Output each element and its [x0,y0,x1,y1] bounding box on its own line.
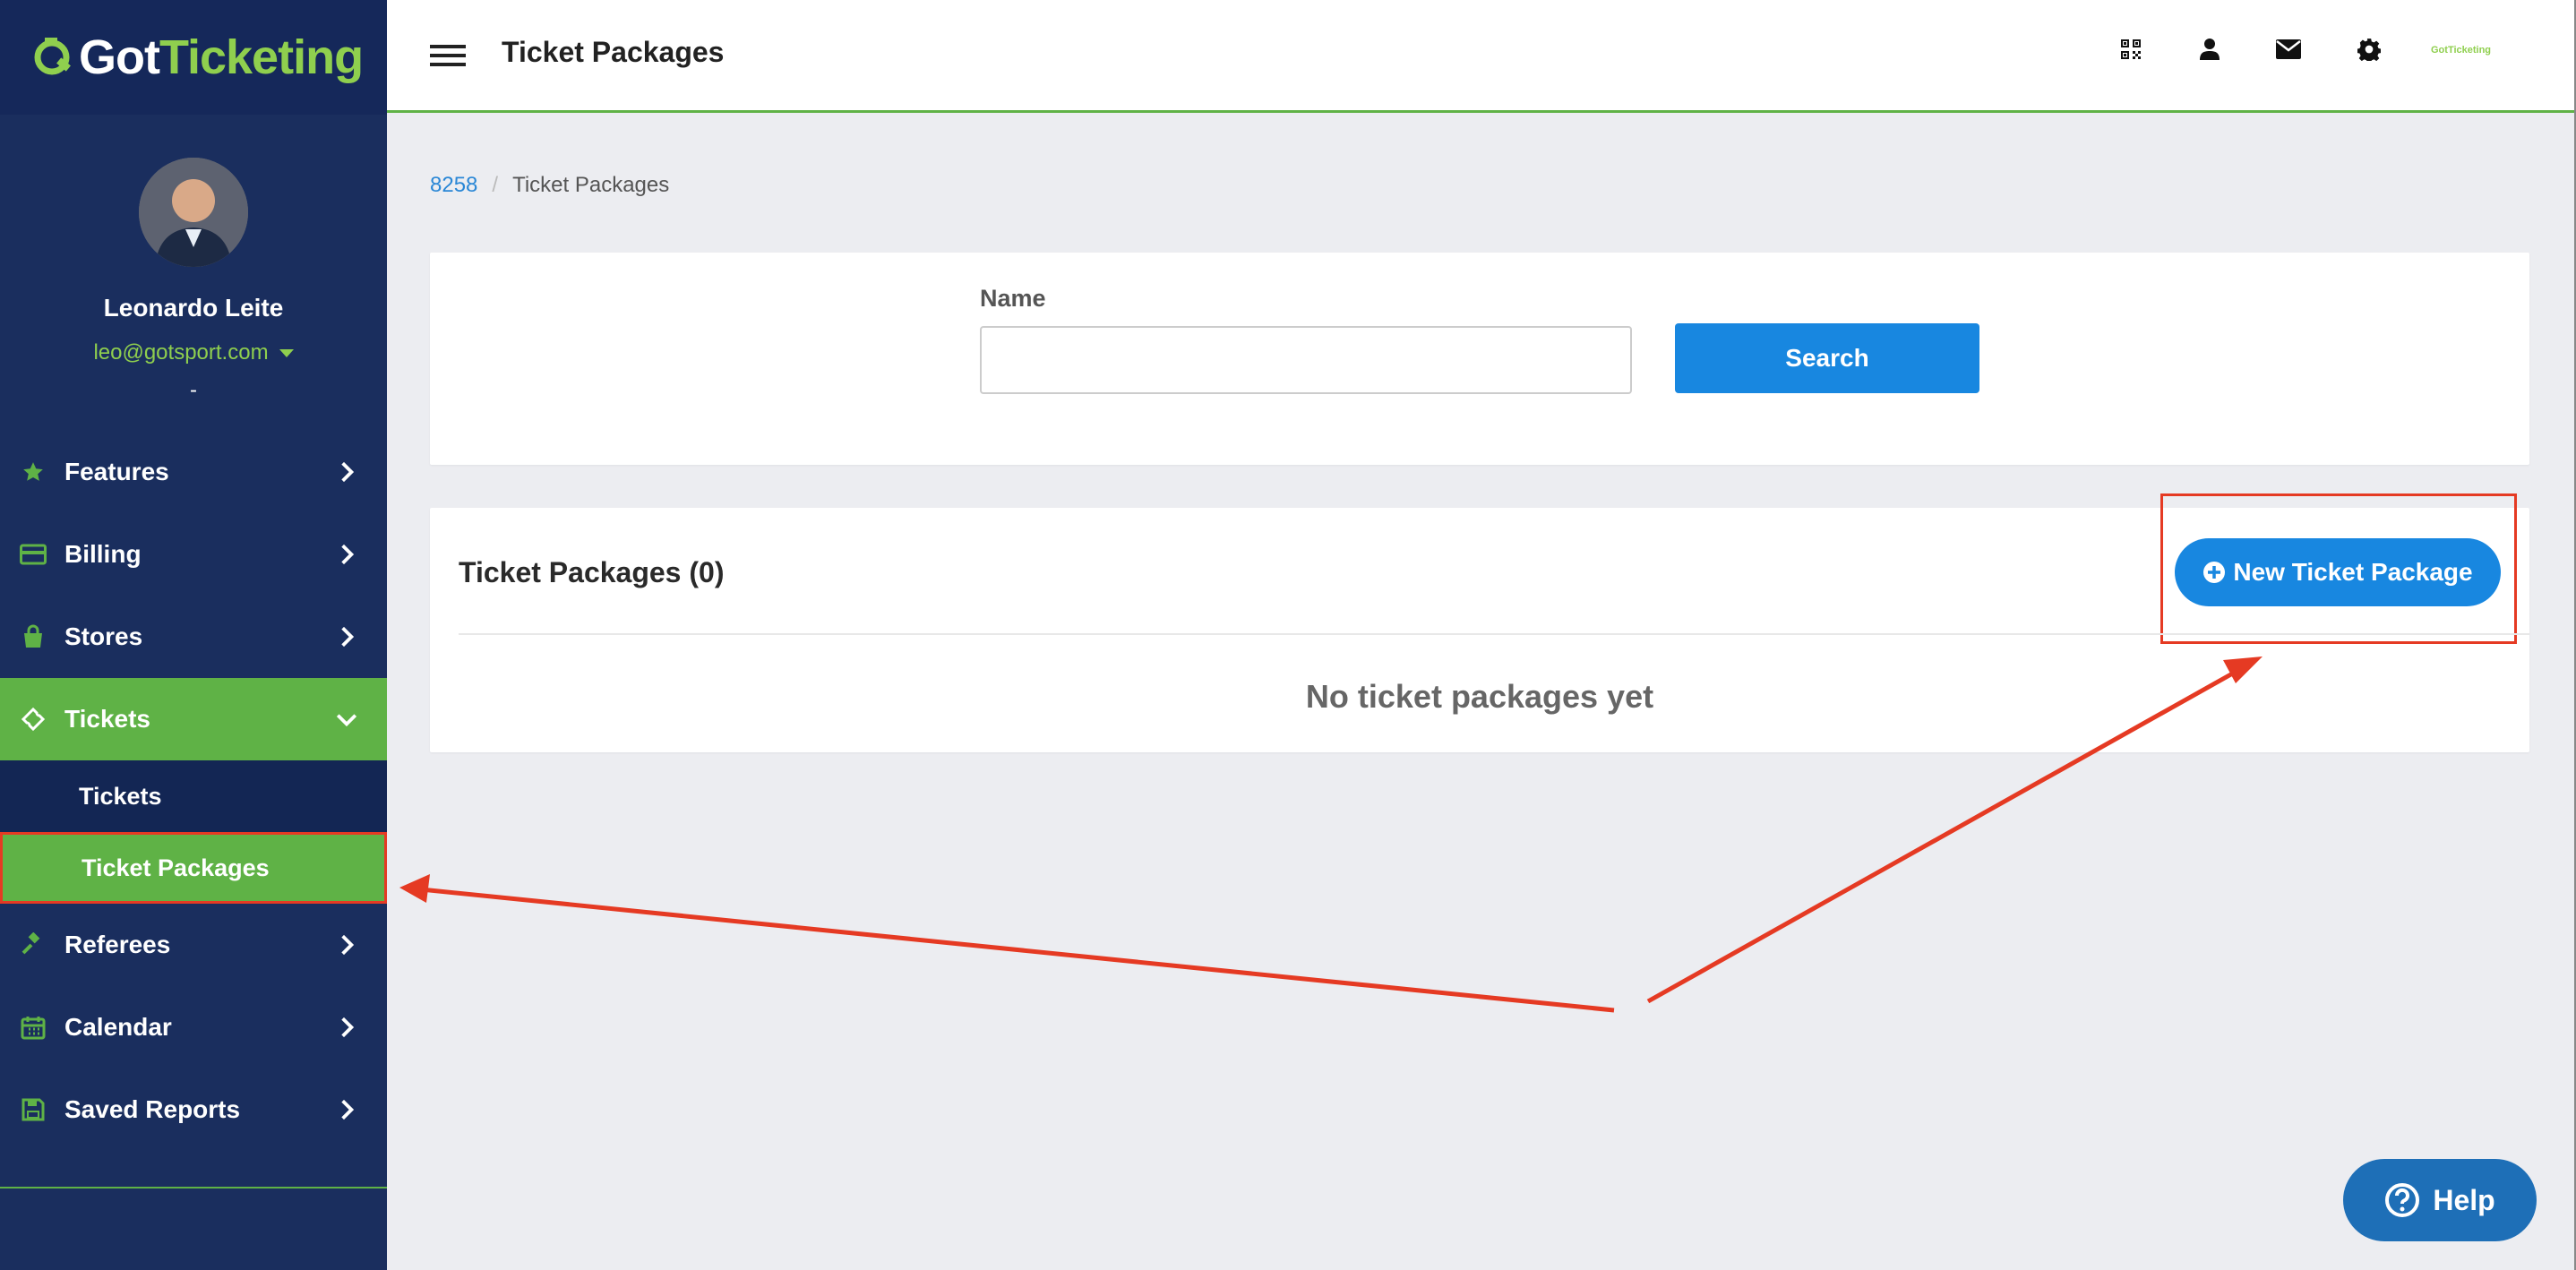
top-header: Ticket Packages GotTicketing [387,0,2576,113]
new-ticket-package-button[interactable]: New Ticket Package [2175,538,2501,606]
ticket-icon [20,706,47,733]
profile-extra: - [190,378,197,402]
caret-down-icon [279,348,294,357]
list-title: Ticket Packages (0) [459,556,725,588]
question-circle-icon [2385,1183,2420,1217]
name-field-label: Name [980,285,1046,312]
chevron-right-icon [341,1099,355,1120]
qr-code-icon[interactable] [2117,36,2144,63]
breadcrumb-separator: / [492,173,499,197]
list-divider [459,633,2529,635]
logo-text-ticketing: Ticketing [159,30,364,84]
search-button[interactable]: Search [1675,323,1979,393]
page-title: Ticket Packages [502,36,725,68]
logo-icon [34,38,71,75]
new-ticket-package-label: New Ticket Package [2233,558,2473,586]
sidebar-subitem-ticket-packages[interactable]: Ticket Packages [0,832,387,904]
breadcrumb-current: Ticket Packages [512,173,670,197]
sidebar-divider [0,1187,387,1188]
sidebar-item-label: Features [64,458,169,485]
sidebar-item-label: Referees [64,931,171,958]
chevron-down-icon [336,714,357,727]
sidebar-item-billing[interactable]: Billing [0,513,387,596]
header-mini-logo[interactable]: GotTicketing [2431,45,2491,56]
sidebar-item-label: Stores [64,622,143,650]
star-icon [20,459,47,485]
arrow-to-ticket-packages [399,874,1615,1013]
avatar[interactable] [139,158,248,267]
chevron-right-icon [341,626,355,648]
user-email-dropdown[interactable]: leo@gotsport.com [93,340,294,365]
ticket-packages-card: Ticket Packages (0) New Ticket Package N… [430,493,2529,752]
chevron-right-icon [341,461,355,483]
envelope-icon[interactable] [2275,36,2302,63]
breadcrumb-link-account[interactable]: 8258 [430,173,477,198]
logo-text-got: Got [79,30,160,84]
chevron-right-icon [341,1017,355,1038]
sidebar-item-saved-reports[interactable]: Saved Reports [0,1068,387,1151]
menu-toggle-icon[interactable] [430,45,466,66]
avatar-image [139,158,248,267]
sidebar-item-referees[interactable]: Referees [0,904,387,986]
sidebar-item-calendar[interactable]: Calendar [0,986,387,1068]
credit-card-icon [20,541,47,568]
breadcrumb: 8258 / Ticket Packages [430,173,669,198]
help-label: Help [2433,1183,2495,1216]
empty-state-message: No ticket packages yet [1305,678,1654,715]
gear-icon[interactable] [2356,36,2383,63]
user-email-text: leo@gotsport.com [93,340,269,365]
user-icon[interactable] [2196,36,2223,63]
sidebar-item-label: Tickets [64,705,150,733]
sidebar-subitem-tickets[interactable]: Tickets [0,760,387,832]
save-icon [20,1096,47,1123]
chevron-right-icon [341,934,355,956]
sidebar-item-label: Saved Reports [64,1095,241,1123]
plus-circle-icon [2203,562,2226,583]
sidebar-item-tickets[interactable]: Tickets [0,678,387,760]
name-search-input[interactable] [980,326,1632,394]
calendar-icon [20,1014,47,1041]
sidebar-item-label: Calendar [64,1013,172,1041]
sidebar-nav: Features Billing Stores Tickets Tickets … [0,431,387,1151]
chevron-right-icon [341,544,355,565]
search-card: Name Search [430,253,2529,465]
shopping-bag-icon [20,623,47,650]
sidebar-item-features[interactable]: Features [0,431,387,513]
sidebar: GotTicketing Leonardo Leite leo@gotsport… [0,0,387,1270]
profile: Leonardo Leite leo@gotsport.com - [0,115,387,403]
sidebar-item-stores[interactable]: Stores [0,596,387,678]
help-button[interactable]: Help [2343,1159,2537,1241]
logo[interactable]: GotTicketing [0,0,387,115]
sidebar-item-label: Billing [64,540,142,568]
user-name: Leonardo Leite [103,294,284,322]
gavel-icon [20,931,47,958]
